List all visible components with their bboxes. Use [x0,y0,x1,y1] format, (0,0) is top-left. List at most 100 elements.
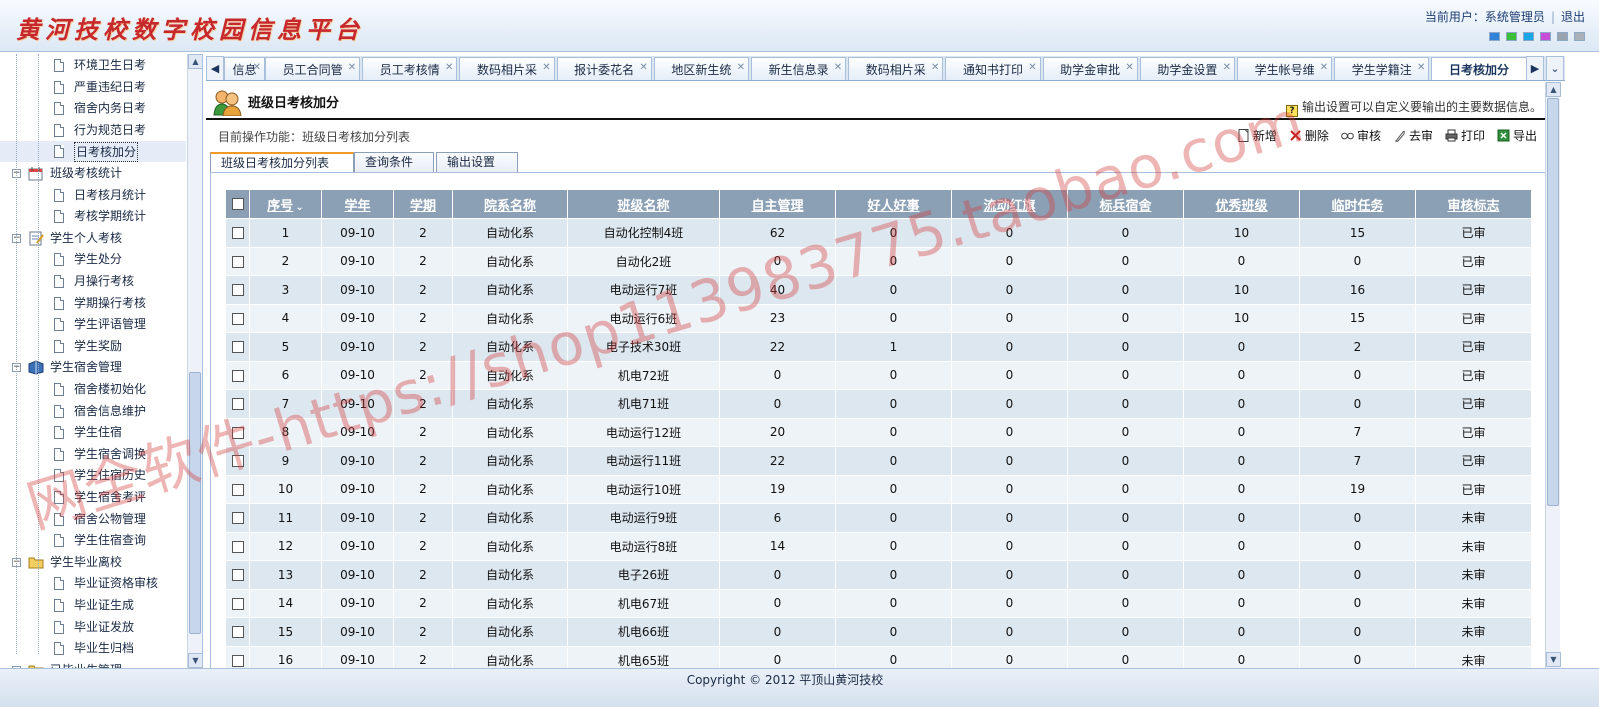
tree-item[interactable]: 毕业证发放 [0,617,186,638]
tab-item[interactable]: 员工合同管 ✕ [265,56,361,80]
close-icon[interactable]: ✕ [639,56,647,80]
row-checkbox[interactable] [231,255,244,268]
table-row[interactable]: 7 09-10 2 自动化系 机电71班 0 0 0 0 0 0 已审 [225,389,1532,419]
tree-item[interactable]: 日考核月统计 [0,185,186,206]
table-row[interactable]: 4 09-10 2 自动化系 电动运行6班 23 0 0 0 10 15 已审 [225,303,1532,333]
close-icon[interactable]: ✕ [834,56,842,80]
tab-item[interactable]: 数码相片采 ✕ [459,56,555,80]
row-checkbox[interactable] [231,597,244,610]
main-scroll-down-button[interactable]: ▼ [1546,652,1561,667]
theme-swatch[interactable] [1489,32,1500,41]
close-icon[interactable]: ✕ [348,56,356,80]
tree-group[interactable]: − 班级考核统计 [0,163,186,184]
table-row[interactable]: 12 09-10 2 自动化系 电动运行8班 14 0 0 0 0 0 未审 [225,531,1532,561]
main-scroll-thumb[interactable] [1547,98,1559,506]
tree-group[interactable]: −已毕业生管理 [0,660,186,668]
theme-swatch[interactable] [1523,32,1534,41]
tree-item[interactable]: 毕业证资格审核 [0,573,186,594]
tree-item[interactable]: 学生评语管理 [0,314,186,335]
close-icon[interactable]: ✕ [542,56,550,80]
unapprove-button[interactable]: 去审 [1393,127,1433,144]
delete-button[interactable]: 删除 [1289,127,1329,144]
close-icon[interactable]: ✕ [1028,56,1036,80]
row-checkbox[interactable] [231,398,244,411]
tab-scroll-left-button[interactable]: ◀ [206,56,224,80]
tree-group[interactable]: − 学生毕业离校 [0,552,186,573]
tab-item[interactable]: 地区新生统 ✕ [653,57,749,80]
row-checkbox[interactable] [231,540,244,553]
row-checkbox[interactable] [231,312,244,325]
tab-item[interactable]: 员工考核情 ✕ [362,57,458,80]
table-row[interactable]: 10 09-10 2 自动化系 电动运行10班 19 0 0 0 0 19 已审 [225,474,1532,504]
tab-active[interactable]: 日考核加分 [1431,57,1527,80]
tab-item[interactable]: 助学金设置 ✕ [1139,56,1235,80]
print-button[interactable]: 打印 [1445,127,1485,144]
column-header[interactable]: 流动红旗 [951,189,1068,219]
main-scroll-up-button[interactable]: ▲ [1546,82,1561,97]
theme-swatch[interactable] [1506,32,1517,41]
tree-item[interactable]: 毕业证生成 [0,595,186,616]
tree-item[interactable]: 日考核加分 [0,141,186,163]
tab-item[interactable]: 学生学籍注 ✕ [1334,56,1430,80]
export-button[interactable]: 导出 [1497,127,1537,144]
close-icon[interactable]: ✕ [1125,56,1133,80]
scroll-down-button[interactable]: ▼ [188,653,202,668]
column-header[interactable]: 院系名称 [452,189,568,219]
subtab-2[interactable]: 输出设置 [436,152,518,173]
row-checkbox[interactable] [231,227,244,240]
logout-link[interactable]: 退出 [1561,10,1585,24]
row-checkbox[interactable] [231,455,244,468]
close-icon[interactable]: ✕ [253,56,261,80]
sidebar-scrollbar[interactable]: ▲ ▼ [187,54,202,668]
tree-item[interactable]: 毕业生归档 [0,638,186,659]
tab-item[interactable]: 助学金审批 ✕ [1042,56,1138,80]
row-checkbox[interactable] [231,369,244,382]
tree-item[interactable]: 学生奖励 [0,336,186,357]
tree-item[interactable]: 严重违纪日考 [0,77,186,98]
row-checkbox[interactable] [231,341,244,354]
close-icon[interactable]: ✕ [931,56,939,80]
table-row[interactable]: 6 09-10 2 自动化系 机电72班 0 0 0 0 0 0 已审 [225,360,1532,390]
row-checkbox[interactable] [231,569,244,582]
tree-item[interactable]: 宿舍公物管理 [0,509,186,530]
column-header[interactable]: 班级名称 [567,189,720,219]
column-header[interactable]: 序号 ⌄ [249,189,322,219]
column-header[interactable]: 临时任务 [1299,189,1416,219]
table-row[interactable]: 14 09-10 2 自动化系 机电67班 0 0 0 0 0 0 未审 [225,588,1532,618]
row-checkbox[interactable] [231,626,244,639]
approve-button[interactable]: 审核 [1341,127,1381,144]
row-checkbox[interactable] [231,654,244,667]
tree-item[interactable]: 环境卫生日考 [0,55,186,76]
tab-menu-button[interactable]: ⌄ [1546,56,1564,80]
new-button[interactable]: 新增 [1237,127,1277,144]
tree-item[interactable]: 学生宿舍考评 [0,487,186,508]
tree-item[interactable]: 考核学期统计 [0,206,186,227]
column-header[interactable]: 优秀班级 [1183,189,1300,219]
select-all-checkbox[interactable] [231,198,244,210]
tab-item[interactable]: 学生帐号维 ✕ [1237,57,1333,80]
tree-item[interactable]: 行为规范日考 [0,120,186,141]
tree-item[interactable]: 学生住宿历史 [0,465,186,486]
scroll-up-button[interactable]: ▲ [188,54,202,69]
row-checkbox[interactable] [231,483,244,496]
table-row[interactable]: 9 09-10 2 自动化系 电动运行11班 22 0 0 0 0 7 已审 [225,446,1532,476]
tab-item[interactable]: 通知书打印 ✕ [945,56,1041,80]
theme-swatch[interactable] [1540,32,1551,41]
tree-group[interactable]: − 学生宿舍管理 [0,357,186,378]
column-header[interactable]: 审核标志 [1415,189,1532,219]
tree-item[interactable]: 月操行考核 [0,271,186,292]
tree-item[interactable]: 学生宿舍调换 [0,444,186,465]
tree-item[interactable]: 学生住宿 [0,422,186,443]
tab-item[interactable]: 信息 ✕ [224,56,265,80]
theme-swatch[interactable] [1574,32,1585,41]
tab-item[interactable]: 新生信息录 ✕ [751,56,847,80]
tab-item[interactable]: 数码相片采 ✕ [848,56,944,80]
table-row[interactable]: 15 09-10 2 自动化系 机电66班 0 0 0 0 0 0 未审 [225,617,1532,647]
column-header[interactable]: 学期 [393,189,453,219]
table-row[interactable]: 8 09-10 2 自动化系 电动运行12班 20 0 0 0 0 7 已审 [225,417,1532,447]
main-scrollbar[interactable]: ▲ ▼ [1545,82,1561,668]
close-icon[interactable]: ✕ [1417,56,1425,80]
tab-item[interactable]: 报计委花名 ✕ [556,56,652,80]
table-row[interactable]: 13 09-10 2 自动化系 电子26班 0 0 0 0 0 0 未审 [225,560,1532,590]
close-icon[interactable]: ✕ [1223,56,1231,80]
